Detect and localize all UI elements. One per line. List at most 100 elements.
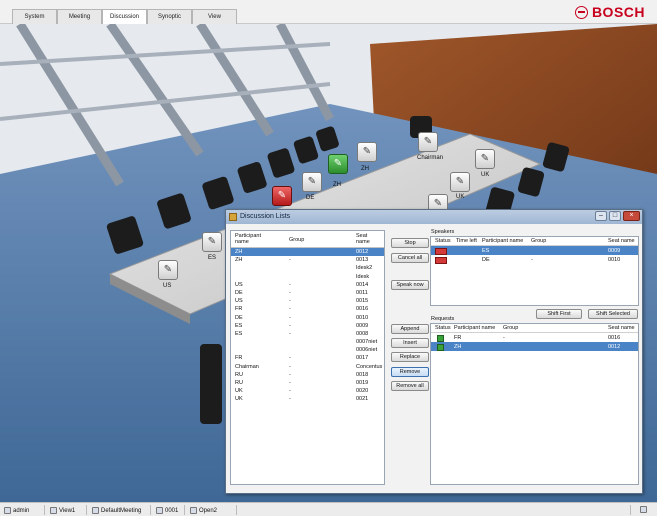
speakers-label: Speakers <box>431 229 455 235</box>
replace-button[interactable]: Replace <box>391 352 429 362</box>
seat-chairman[interactable]: ✎ <box>418 132 438 152</box>
speakers-list[interactable]: Status Time left Participant name Group … <box>430 236 639 306</box>
participant-name: RU <box>235 380 243 386</box>
participant-seat: 0013 <box>356 257 369 264</box>
col-seat-name[interactable]: Seat name <box>356 233 378 245</box>
maximize-icon[interactable]: □ <box>609 211 621 221</box>
participant-row[interactable]: DE - 0011 <box>231 289 384 297</box>
participant-seat: 0006niet <box>356 347 378 354</box>
seat-de[interactable]: ✎ <box>302 172 322 192</box>
participant-name: FR <box>235 306 243 313</box>
participant-seat: Idesk <box>356 273 370 280</box>
participant-seat: 0017 <box>356 355 369 362</box>
participant-group: - <box>289 314 291 321</box>
remove-all-button[interactable]: Remove all <box>391 381 429 391</box>
request-row[interactable]: FR - 0016 <box>431 333 638 342</box>
speak-now-button[interactable]: Speak now <box>391 280 429 290</box>
participant-row[interactable]: Idesk2 <box>231 264 384 272</box>
status-divider <box>184 505 185 515</box>
participant-row[interactable]: US - 0014 <box>231 281 384 289</box>
participant-name: ZH <box>235 249 243 255</box>
speakers-header: Status Time left Participant name Group … <box>431 237 638 246</box>
col-participant-name[interactable]: Participant name <box>235 233 273 245</box>
speaker-rows: ES 0009 DE - 0010 <box>431 246 638 264</box>
dialog-titlebar[interactable]: Discussion Lists – □ × <box>226 210 642 224</box>
speaker-seat: 0010 <box>608 256 621 263</box>
participant-row[interactable]: FR - 0016 <box>231 305 384 313</box>
status-user-text: admin <box>13 507 30 514</box>
col-time-left[interactable]: Time left <box>456 238 477 244</box>
speaker-row[interactable]: ES 0009 <box>431 246 638 255</box>
tab-meeting[interactable]: Meeting <box>57 9 102 24</box>
participant-seat: 0011 <box>356 289 368 296</box>
participant-group: - <box>289 306 291 313</box>
insert-button[interactable]: Insert <box>391 338 429 348</box>
participant-row[interactable]: DE - 0010 <box>231 314 384 322</box>
tab-discussion[interactable]: Discussion <box>102 9 147 25</box>
participant-name: DE <box>235 314 243 321</box>
col-request-status[interactable]: Status <box>435 325 451 331</box>
participant-row[interactable]: RU - 0019 <box>231 379 384 387</box>
requests-label: Requests <box>431 316 455 322</box>
participant-row[interactable]: 0006niet <box>231 346 384 354</box>
participant-row[interactable]: FR - 0017 <box>231 354 384 362</box>
participant-row[interactable]: UK - 0020 <box>231 387 384 395</box>
participant-row[interactable]: US - 0015 <box>231 297 384 305</box>
participant-row[interactable]: ZH - 0013 <box>231 256 384 264</box>
resize-grip-icon[interactable] <box>640 506 647 513</box>
seat-es[interactable]: ✎ <box>202 232 222 252</box>
shift-first-button[interactable]: Shift First <box>536 309 582 319</box>
speaker-participant: DE <box>482 256 490 263</box>
speaker-row[interactable]: DE - 0010 <box>431 255 638 264</box>
seat-zh-2[interactable]: ✎ <box>357 142 377 162</box>
seat-uk-1[interactable]: ✎ <box>475 149 495 169</box>
seat-uk-2[interactable]: ✎ <box>450 172 470 192</box>
stop-button[interactable]: Stop <box>391 238 429 248</box>
participant-row[interactable]: 0007niet <box>231 338 384 346</box>
col-speaker-group[interactable]: Group <box>531 238 546 244</box>
col-speaker-participant[interactable]: Participant name <box>482 238 523 244</box>
bosch-logo-icon <box>574 5 588 19</box>
col-request-group[interactable]: Group <box>503 325 518 331</box>
status-seat-text: 0001 <box>165 507 179 514</box>
col-request-participant[interactable]: Participant name <box>454 325 495 331</box>
participant-row[interactable]: RU - 0018 <box>231 371 384 379</box>
requests-list[interactable]: Status Participant name Group Seat name … <box>430 323 639 485</box>
close-icon[interactable]: × <box>623 211 640 221</box>
participant-row[interactable]: ZH 0012 <box>231 248 384 257</box>
participant-row[interactable]: Chairman - Concentus <box>231 363 384 371</box>
seat-label-zh-active: ZH <box>333 182 341 188</box>
participant-row[interactable]: Idesk <box>231 273 384 281</box>
participant-list[interactable]: Participant name Group Seat name ZH 0012 Z… <box>230 230 385 485</box>
seat-zh-active[interactable]: ✎ <box>328 154 348 174</box>
remove-button[interactable]: Remove <box>391 367 429 377</box>
append-button[interactable]: Append <box>391 324 429 334</box>
participant-row[interactable]: UK - 0021 <box>231 395 384 403</box>
participant-group: - <box>289 388 291 395</box>
participant-name: ES <box>235 322 243 329</box>
col-speaker-status[interactable]: Status <box>435 238 451 244</box>
participant-name: DE <box>235 289 243 296</box>
seat-us[interactable]: ✎ <box>158 260 178 280</box>
tab-synoptic[interactable]: Synoptic <box>147 9 192 24</box>
seat-icon <box>156 507 163 514</box>
participant-group: - <box>289 281 291 288</box>
participant-seat: 0015 <box>356 298 369 305</box>
minimize-icon[interactable]: – <box>595 211 607 221</box>
participant-row[interactable]: ES - 0008 <box>231 330 384 338</box>
participant-group: - <box>289 371 291 378</box>
tab-system[interactable]: System <box>12 9 57 24</box>
cancel-all-button[interactable]: Cancel all <box>391 253 429 263</box>
participant-row[interactable]: ES - 0009 <box>231 322 384 330</box>
shift-selected-button[interactable]: Shift Selected <box>588 309 638 319</box>
request-row[interactable]: ZH 0012 <box>431 342 638 351</box>
seat-de-speaking[interactable]: ✎ <box>272 186 292 206</box>
participant-seat: 0020 <box>356 388 369 395</box>
col-group[interactable]: Group <box>289 237 304 243</box>
participant-seat: 0014 <box>356 281 369 288</box>
discussion-lists-dialog: Discussion Lists – □ × Participant name … <box>225 209 643 494</box>
seat-label-uk-1: UK <box>481 172 490 178</box>
col-speaker-seat[interactable]: Seat name <box>608 238 635 244</box>
tab-view[interactable]: View <box>192 9 237 24</box>
col-request-seat[interactable]: Seat name <box>608 325 635 331</box>
